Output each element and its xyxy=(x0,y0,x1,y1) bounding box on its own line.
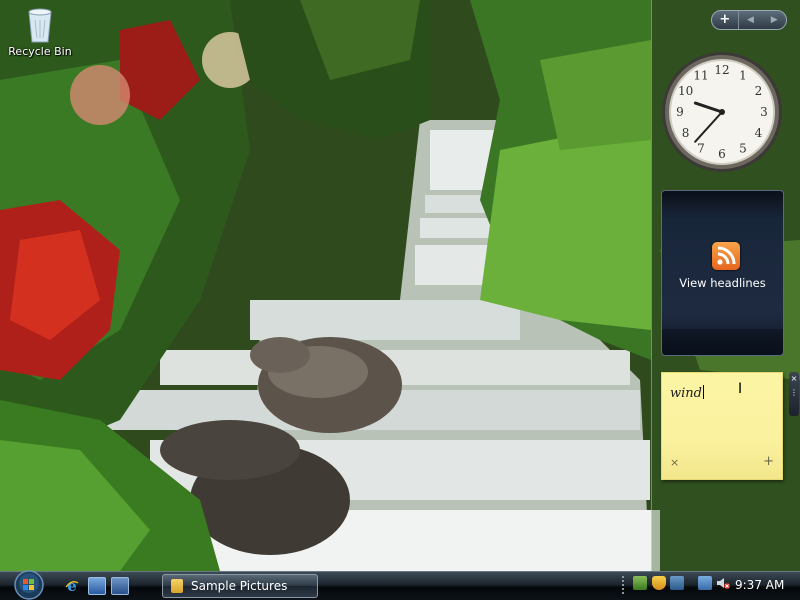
ibeam-cursor-icon: Ι xyxy=(738,381,743,397)
clock-numeral: 6 xyxy=(718,147,726,161)
taskbar-clock[interactable]: 9:37 AM xyxy=(735,578,784,592)
previous-page-button[interactable]: ◀ xyxy=(739,11,763,29)
view-headlines-link[interactable]: View headlines xyxy=(662,276,783,290)
text-caret xyxy=(702,385,704,399)
notes-gadget[interactable]: wind Ι × + xyxy=(661,372,783,480)
taskbar-button-sample-pictures[interactable]: Sample Pictures xyxy=(162,574,318,598)
folder-icon xyxy=(171,579,183,593)
next-page-button[interactable]: ▶ xyxy=(762,11,786,29)
show-desktop-icon[interactable] xyxy=(88,577,106,595)
clock-numeral: 5 xyxy=(739,141,747,155)
shield-icon[interactable] xyxy=(652,576,666,590)
network-icon[interactable] xyxy=(670,576,684,590)
close-gadget-button[interactable]: × xyxy=(789,372,799,386)
taskbar-button-label: Sample Pictures xyxy=(191,579,288,593)
svg-text:e: e xyxy=(67,577,77,593)
switch-windows-icon[interactable] xyxy=(111,577,129,595)
add-gadget-button[interactable]: + xyxy=(712,11,739,29)
clock-numeral: 7 xyxy=(697,141,705,155)
clock-numeral: 8 xyxy=(682,126,690,140)
clock-numeral: 4 xyxy=(755,126,763,140)
clock-numeral: 2 xyxy=(755,84,763,98)
note-text: wind xyxy=(670,386,702,401)
recycle-bin-label: Recycle Bin xyxy=(8,45,72,58)
feed-gadget-footer xyxy=(662,329,783,355)
gadget-toolbar: × ⋮ xyxy=(789,372,799,416)
recycle-bin-shortcut[interactable]: Recycle Bin xyxy=(6,4,74,58)
display-icon[interactable] xyxy=(698,576,712,590)
delete-note-button[interactable]: × xyxy=(670,456,679,469)
feed-gadget-header xyxy=(662,191,783,209)
analog-clock-face: 1234567891011 12 xyxy=(662,52,782,172)
drag-gadget-handle[interactable]: ⋮ xyxy=(789,386,799,400)
note-text-area[interactable]: wind xyxy=(670,385,704,401)
sidebar-controls: + ◀ ▶ xyxy=(711,10,787,30)
clock-numeral: 11 xyxy=(693,69,708,83)
feed-headlines-gadget[interactable]: View headlines xyxy=(661,190,784,356)
clock-numeral: 10 xyxy=(678,84,693,98)
clock-numeral: 1 xyxy=(739,69,747,83)
windows-defender-icon[interactable] xyxy=(633,576,647,590)
start-button[interactable] xyxy=(8,569,50,601)
notification-area-grip xyxy=(622,576,624,594)
windows-start-orb-icon xyxy=(14,570,44,600)
internet-explorer-icon[interactable]: e xyxy=(64,577,80,595)
add-note-button[interactable]: + xyxy=(763,454,774,469)
clock-numeral: 3 xyxy=(760,105,768,119)
clock-numeral: 9 xyxy=(676,105,684,119)
taskbar: e Sample Pictures 9:37 AM xyxy=(0,569,800,601)
clock-numeral: 12 xyxy=(714,63,729,77)
rss-feed-icon xyxy=(712,242,740,270)
clock-gadget[interactable]: 1 2 3 4 5 6 7 8 9 10 11 12 xyxy=(660,50,784,174)
recycle-bin-icon xyxy=(24,4,56,44)
volume-muted-icon[interactable] xyxy=(716,576,730,590)
